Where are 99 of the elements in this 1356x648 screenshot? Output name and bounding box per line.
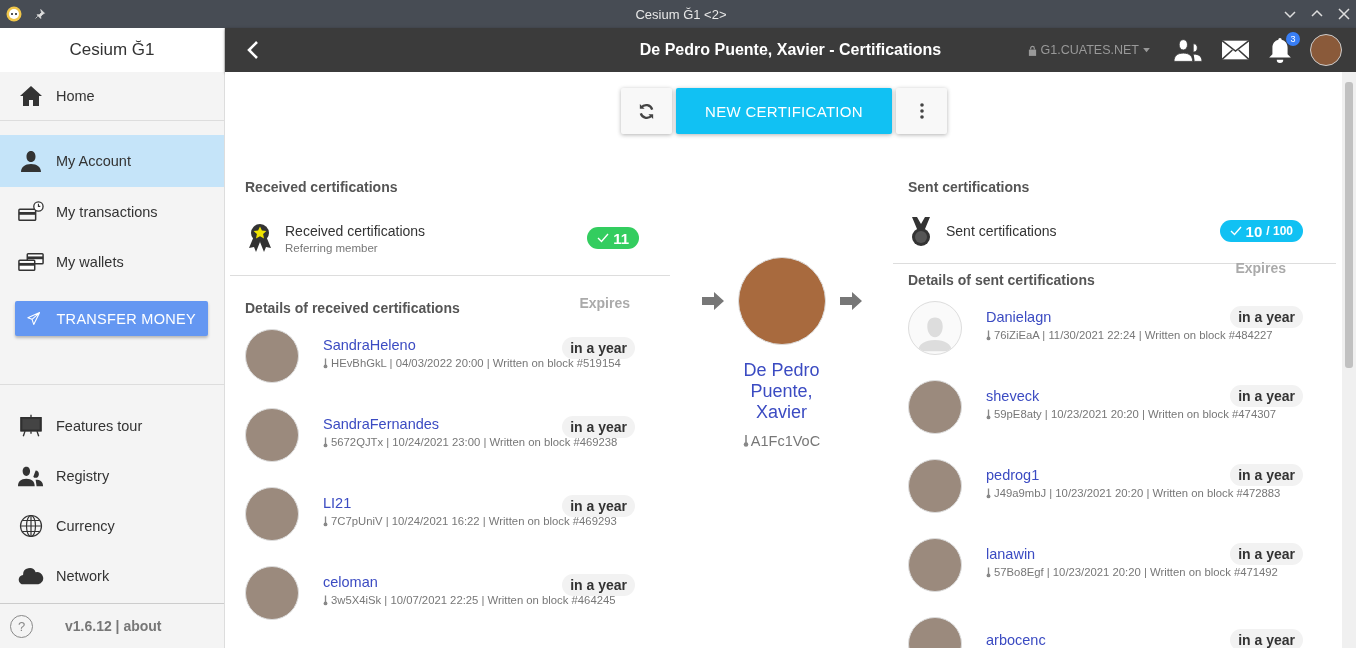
key-icon <box>986 566 991 578</box>
people-icon[interactable] <box>1174 37 1203 63</box>
node-selector[interactable]: G1.CUATES.NET <box>1027 43 1150 57</box>
certification-details: J49a9mbJ | 10/23/2021 20:20 | Written on block #472883 <box>994 487 1281 499</box>
refresh-button[interactable] <box>621 88 672 134</box>
sidebar-item[interactable]: My Account <box>0 135 224 187</box>
expiry-label: in a year <box>562 337 635 359</box>
sidebar-item[interactable]: Registry <box>0 451 224 501</box>
certification-details: 5672QJTx | 10/24/2021 23:00 | Written on block #469238 <box>331 436 618 448</box>
expiry-label: in a year <box>562 574 635 596</box>
expiry-label: in a year <box>1230 543 1303 565</box>
section-heading: Received certifications <box>244 178 399 195</box>
summary-title: Received certifications <box>285 222 426 239</box>
sidebar-item[interactable]: Home <box>0 72 224 121</box>
avatar-photo-placeholder <box>908 379 962 434</box>
easel-icon <box>18 414 44 438</box>
app-logo-icon <box>6 6 22 22</box>
award-ribbon-icon <box>247 222 273 254</box>
globe-icon <box>18 514 44 538</box>
expiry-label: in a year <box>1230 385 1303 407</box>
member-link[interactable]: LI21 <box>323 495 352 511</box>
version-link[interactable]: v1.6.12 | about <box>65 618 162 634</box>
expiry-label: in a year <box>562 416 635 438</box>
member-link[interactable]: SandraFernandes <box>323 416 440 432</box>
key-icon <box>986 329 991 341</box>
key-icon <box>986 408 991 420</box>
refresh-icon <box>637 101 656 121</box>
scrollbar[interactable] <box>1342 72 1356 648</box>
expiry-label: in a year <box>562 495 635 517</box>
identity-name[interactable]: De Pedro Puente, Xavier <box>731 360 832 423</box>
user-avatar[interactable] <box>1310 34 1342 66</box>
close-icon[interactable] <box>1338 8 1350 20</box>
count-limit: / 100 <box>1266 224 1293 238</box>
key-icon <box>742 434 749 448</box>
avatar-photo-placeholder <box>245 407 299 462</box>
key-icon <box>323 357 328 369</box>
sidebar-item[interactable]: Features tour <box>0 401 224 451</box>
key-icon <box>986 487 991 499</box>
more-icon <box>919 103 924 119</box>
key-icon <box>323 436 328 448</box>
caret-icon <box>1143 47 1150 53</box>
pin-icon <box>34 8 46 20</box>
expiry-label: in a year <box>1230 306 1303 328</box>
back-icon[interactable] <box>247 40 259 60</box>
details-heading: Details of received certifications <box>245 300 460 316</box>
sidebar-item[interactable]: My wallets <box>0 237 224 287</box>
page-title: De Pedro Puente, Xavier - Certifications <box>639 41 942 59</box>
notification-count: 3 <box>1286 32 1300 46</box>
summary-subtitle: Referring member <box>285 241 379 254</box>
send-icon <box>27 311 41 326</box>
certification-details: 59pE8aty | 10/23/2021 20:20 | Written on block #474307 <box>994 408 1276 420</box>
public-key: A1Fc1VoC <box>750 433 821 449</box>
app-name: Cesium Ğ1 <box>0 28 224 72</box>
check-icon <box>597 232 610 244</box>
person-icon <box>18 149 44 173</box>
member-link[interactable]: SandraHeleno <box>323 337 416 353</box>
avatar-photo-placeholder <box>908 458 962 513</box>
expiry-label: in a year <box>1230 464 1303 486</box>
bell-icon[interactable] <box>1268 37 1292 63</box>
minimize-icon[interactable] <box>1284 8 1296 20</box>
sidebar-item[interactable]: My transactions <box>0 187 224 237</box>
lock-icon <box>1027 44 1037 56</box>
summary-title: Sent certifications <box>946 223 1057 239</box>
mail-icon[interactable] <box>1221 37 1250 63</box>
member-link[interactable]: lanawin <box>986 546 1036 562</box>
sidebar-item[interactable]: Network <box>0 551 224 601</box>
sidebar-item[interactable]: Currency <box>0 501 224 551</box>
member-link[interactable]: celoman <box>323 574 378 590</box>
key-icon <box>323 515 328 527</box>
people-icon <box>18 464 44 488</box>
column-header: Expires <box>1235 260 1286 276</box>
check-icon <box>1229 225 1242 237</box>
details-heading: Details of sent certifications <box>908 272 1095 288</box>
expiry-label: in a year <box>1230 628 1303 648</box>
count: 11 <box>613 229 629 247</box>
certification-details: 7C7pUniV | 10/24/2021 16:22 | Written on block #469293 <box>331 515 617 527</box>
section-heading: Sent certifications <box>907 178 1031 195</box>
key-icon <box>323 594 328 606</box>
arrow-right-icon <box>701 290 724 312</box>
scrollbar-thumb[interactable] <box>1345 82 1353 368</box>
member-link[interactable]: arbocenc <box>986 631 1046 648</box>
member-link[interactable]: pedrog1 <box>986 467 1040 483</box>
member-link[interactable]: sheveck <box>986 388 1040 404</box>
certification-details: 76iZiEaA | 11/30/2021 22:24 | Written on block #484227 <box>994 329 1273 341</box>
certification-details: 3w5X4iSk | 10/07/2021 22:25 | Written on block #464245 <box>331 594 616 606</box>
avatar-photo-placeholder <box>245 565 299 620</box>
home-icon <box>18 84 44 108</box>
count: 10 <box>1245 222 1263 240</box>
avatar-photo-placeholder <box>245 486 299 541</box>
cards-icon <box>18 250 44 274</box>
avatar-photo-placeholder <box>908 537 962 592</box>
column-header: Expires <box>579 295 630 311</box>
certification-details: HEvBhGkL | 04/03/2022 20:00 | Written on block #519154 <box>331 357 621 369</box>
member-link[interactable]: Danielagn <box>986 309 1052 325</box>
avatar-photo-placeholder <box>245 328 299 383</box>
card-clock-icon <box>18 200 44 224</box>
arrow-right-icon <box>839 290 862 312</box>
window-title: Cesium Ğ1 <2> <box>634 6 728 22</box>
certification-details: 57Bo8Egf | 10/23/2021 20:20 | Written on block #471492 <box>994 566 1278 578</box>
